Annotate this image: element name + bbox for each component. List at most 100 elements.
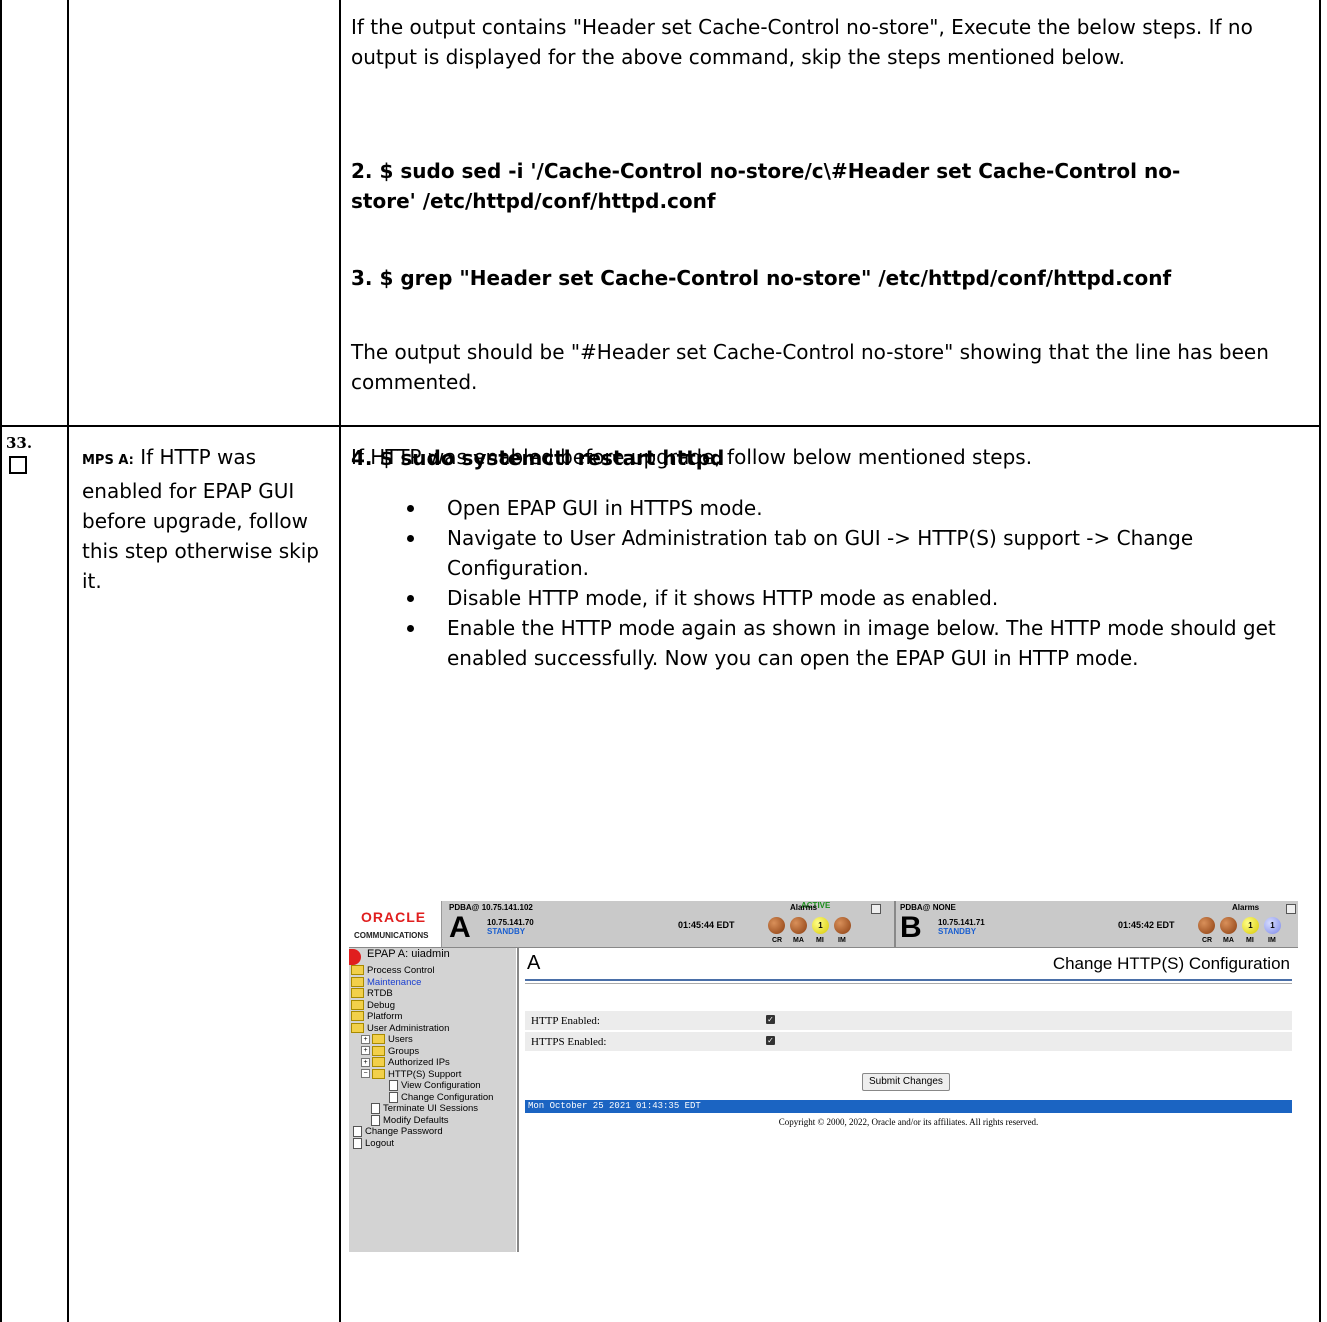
- bullet-icon: [407, 505, 414, 512]
- menu-debug[interactable]: Debug: [349, 1000, 493, 1012]
- step2-command-line1: 2. $ sudo sed -i '/Cache-Control no-stor…: [351, 159, 1181, 183]
- step-description: MPS A: If HTTP was enabled for EPAP GUI …: [82, 442, 322, 596]
- table-border-left: [0, 0, 2, 1322]
- step-checkbox[interactable]: [9, 456, 27, 474]
- menu-users[interactable]: + Users: [349, 1034, 493, 1046]
- menu-label: User Administration: [367, 1022, 450, 1034]
- menu-change-configuration[interactable]: Change Configuration: [349, 1091, 494, 1104]
- commented-note: The output should be "#Header set Cache-…: [351, 340, 1269, 394]
- menu-modify-defaults[interactable]: Modify Defaults: [349, 1114, 493, 1127]
- menu-terminate-ui-sessions[interactable]: Terminate UI Sessions: [349, 1103, 493, 1115]
- cache-control-intro: If the output contains "Header set Cache…: [351, 15, 1253, 69]
- alarm-im-icon[interactable]: [834, 917, 851, 934]
- alarm-im-icon[interactable]: 1: [1264, 917, 1281, 934]
- alarm-cr-label: CR: [772, 937, 783, 944]
- alarm-ma-icon[interactable]: [1220, 917, 1237, 934]
- oracle-badge-icon: [349, 949, 361, 965]
- gui-header: ORACLE COMMUNICATIONS PDBA@ 10.75.141.10…: [349, 901, 1298, 948]
- open-folder-icon: [351, 1022, 364, 1033]
- collapse-icon[interactable]: −: [361, 1069, 370, 1079]
- submit-changes-button[interactable]: Submit Changes: [862, 1073, 950, 1091]
- alarm-im-label: IM: [1268, 937, 1276, 944]
- menu-label: Authorized IPs: [388, 1057, 450, 1068]
- document-icon: [371, 1103, 380, 1114]
- expand-icon[interactable]: +: [361, 1046, 370, 1056]
- folder-icon: [372, 1034, 385, 1045]
- alarm-ma-label: MA: [1223, 937, 1234, 944]
- menu-logout[interactable]: Logout: [349, 1137, 493, 1150]
- server-a-panel: PDBA@ 10.75.141.102 A 10.75.141.70 STAND…: [445, 901, 885, 947]
- menu-tree: Process Control Maintenance RTDB Debug P…: [349, 965, 493, 1149]
- menu-groups[interactable]: + Groups: [349, 1046, 493, 1058]
- menu-label: Terminate UI Sessions: [383, 1103, 479, 1115]
- menu-label: Maintenance: [367, 976, 422, 988]
- server-b-alarms-label: Alarms: [1232, 903, 1260, 912]
- https-enabled-checkbox[interactable]: ✓: [766, 1036, 775, 1045]
- expand-icon[interactable]: +: [361, 1057, 370, 1067]
- alarm-mi-label: MI: [1246, 937, 1254, 944]
- menu-user-administration[interactable]: User Administration: [349, 1023, 493, 1035]
- alarm-cr-label: CR: [1202, 937, 1213, 944]
- gui-content: A Change HTTP(S) Configuration HTTP Enab…: [517, 948, 1298, 1252]
- table-row-divider: [0, 425, 1321, 427]
- alarm-cr-icon[interactable]: [768, 917, 785, 934]
- http-enabled-checkbox[interactable]: ✓: [766, 1015, 775, 1024]
- menu-rtdb[interactable]: RTDB: [349, 988, 493, 1000]
- menu-label: HTTP(S) Support: [388, 1068, 462, 1080]
- menu-process-control[interactable]: Process Control: [349, 965, 493, 977]
- logged-in-user: EPAP A: uiadmin: [367, 948, 450, 960]
- alarm-mi-icon[interactable]: 1: [812, 917, 829, 934]
- document-icon: [389, 1091, 398, 1103]
- step3-command: 3. $ grep "Header set Cache-Control no-s…: [351, 263, 1306, 293]
- title-divider: [525, 979, 1292, 981]
- step2-command-line2: store' /etc/httpd/conf/httpd.conf: [351, 189, 716, 213]
- menu-label: RTDB: [367, 988, 393, 999]
- http-enabled-row: HTTP Enabled: ✓: [525, 1011, 1292, 1030]
- content-server-letter: A: [527, 952, 541, 974]
- alarm-im-label: IM: [838, 937, 846, 944]
- menu-change-password[interactable]: Change Password: [349, 1126, 493, 1138]
- http-enabled-label: HTTP Enabled:: [531, 1015, 600, 1027]
- https-enabled-row: HTTPS Enabled: ✓: [525, 1032, 1292, 1051]
- server-a-alarms-label: Alarms: [790, 903, 818, 912]
- expand-icon[interactable]: +: [361, 1034, 370, 1044]
- alarm-ma-label: MA: [793, 937, 804, 944]
- document-icon: [371, 1114, 380, 1126]
- menu-platform[interactable]: Platform: [349, 1011, 493, 1023]
- list-item-text: Navigate to User Administration tab on G…: [447, 526, 1194, 580]
- menu-label: Users: [388, 1034, 413, 1045]
- alarm-ma-icon[interactable]: [790, 917, 807, 934]
- step3-command-text: 3. $ grep "Header set Cache-Control no-s…: [351, 266, 1172, 290]
- list-item-text: Enable the HTTP mode again as shown in i…: [447, 616, 1276, 670]
- alarm-mi-icon[interactable]: 1: [1242, 917, 1259, 934]
- menu-view-configuration[interactable]: View Configuration: [349, 1080, 493, 1092]
- server-a-expand-icon[interactable]: [871, 904, 881, 914]
- step-bullet-list: Open EPAP GUI in HTTPS mode. Navigate to…: [400, 493, 1300, 673]
- document-icon: [389, 1080, 398, 1091]
- menu-authorized-ips[interactable]: + Authorized IPs: [349, 1057, 493, 1069]
- server-a-ip: 10.75.141.70: [487, 918, 534, 927]
- server-b-panel: PDBA@ NONE B 10.75.141.71 STANDBY 01:45:…: [894, 901, 1298, 947]
- server-b-state: STANDBY: [938, 927, 977, 936]
- menu-label: Platform: [367, 1011, 403, 1022]
- copyright: Copyright © 2000, 2022, Oracle and/or it…: [778, 1117, 1039, 1127]
- menu-label: Change Configuration: [401, 1091, 494, 1103]
- list-item: Navigate to User Administration tab on G…: [400, 523, 1300, 583]
- title-divider-thin: [525, 983, 1292, 984]
- alarm-cr-icon[interactable]: [1198, 917, 1215, 934]
- server-a-letter: A: [449, 911, 471, 944]
- step2-command: 2. $ sudo sed -i '/Cache-Control no-stor…: [351, 156, 1306, 216]
- menu-maintenance[interactable]: Maintenance: [349, 977, 493, 989]
- server-b-expand-icon[interactable]: [1286, 904, 1296, 914]
- table-divider-col2: [339, 0, 341, 1322]
- menu-label: View Configuration: [401, 1080, 481, 1092]
- server-b-ip: 10.75.141.71: [938, 918, 985, 927]
- menu-label: Debug: [367, 999, 395, 1011]
- server-a-time: 01:45:44 EDT: [678, 920, 735, 930]
- gui-sidebar: EPAP A: uiadmin Process Control Maintena…: [349, 948, 516, 1252]
- alarm-mi-label: MI: [816, 937, 824, 944]
- menu-https-support[interactable]: − HTTP(S) Support: [349, 1069, 493, 1081]
- list-item-text: Disable HTTP mode, if it shows HTTP mode…: [447, 586, 999, 610]
- server-b-letter: B: [900, 911, 922, 944]
- folder-icon: [372, 1045, 385, 1056]
